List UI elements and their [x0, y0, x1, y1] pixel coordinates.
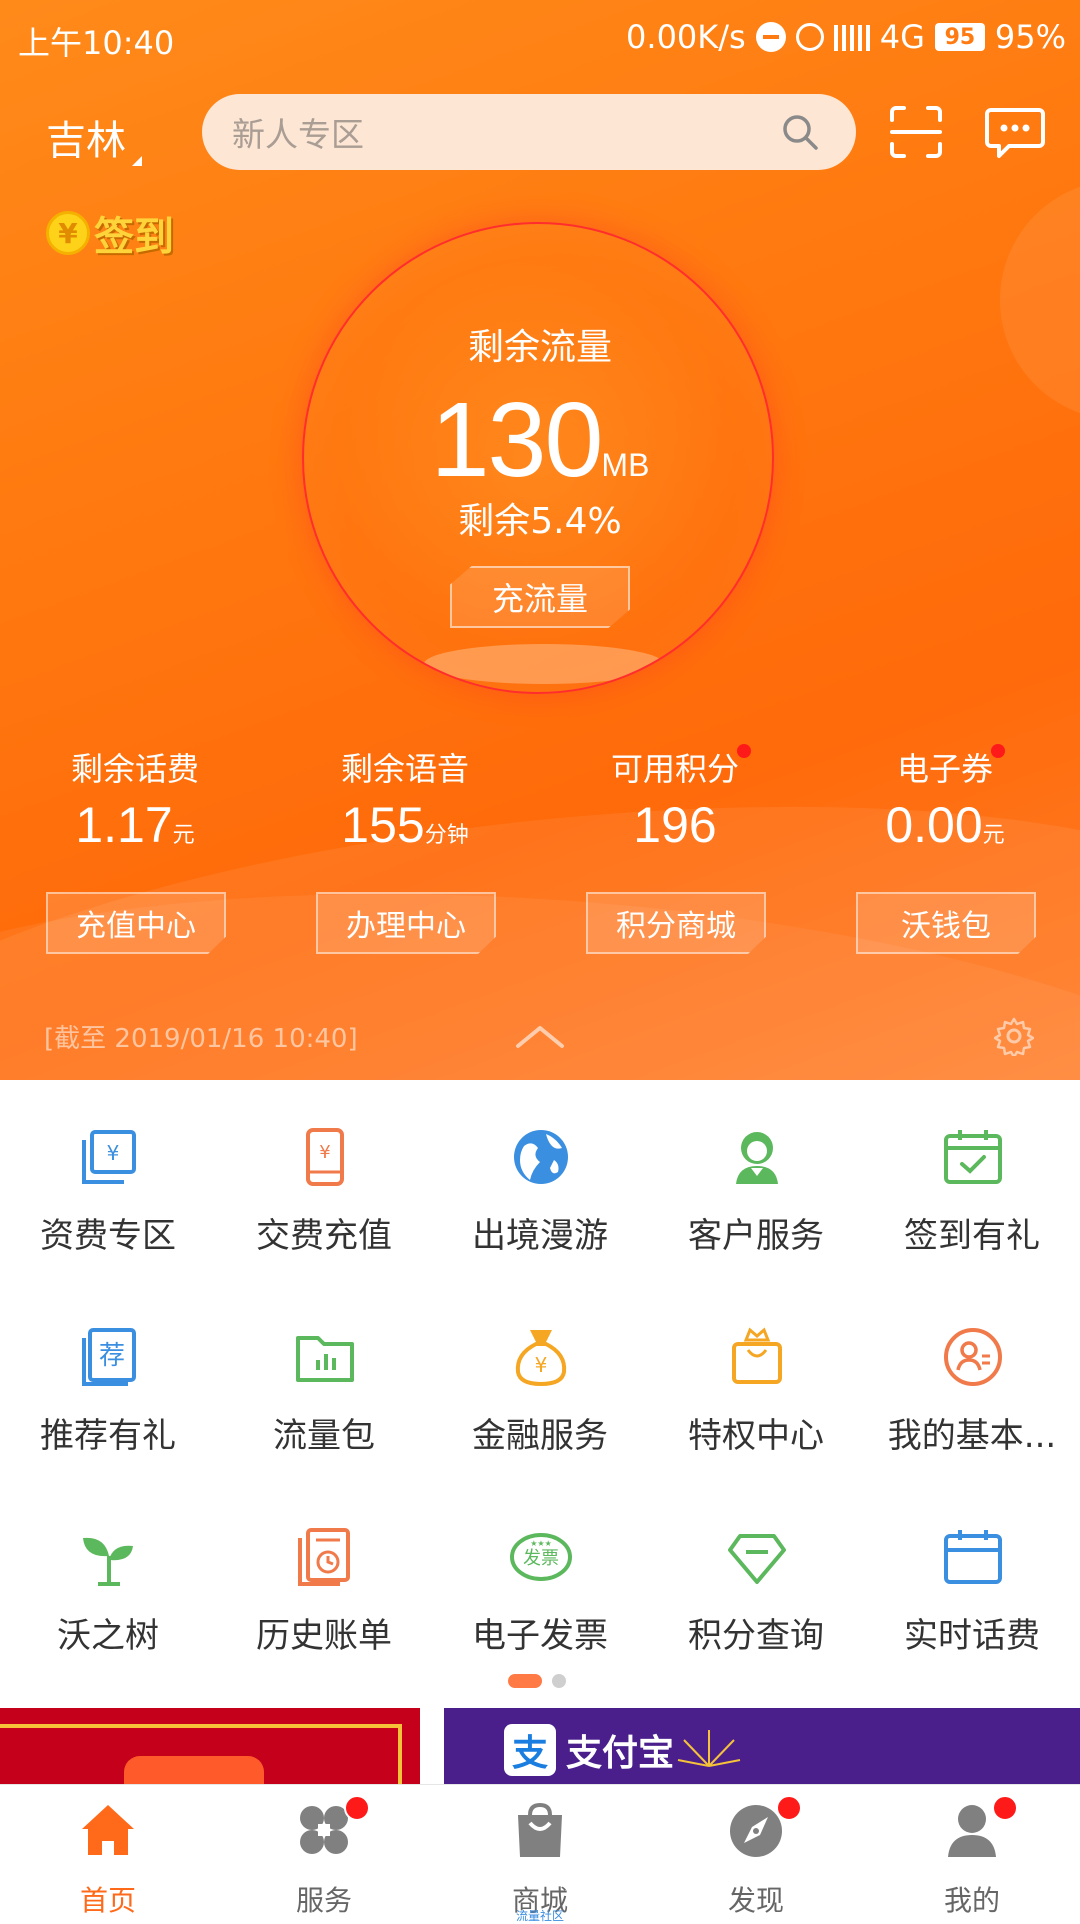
remaining-data-value: 130MB	[430, 381, 650, 499]
service-item[interactable]: 沃之树	[0, 1480, 216, 1680]
shopping-bag-icon	[518, 1802, 562, 1857]
user-info-icon	[944, 1328, 1002, 1386]
customer-service-icon	[736, 1132, 778, 1184]
alarm-icon	[795, 23, 824, 51]
service-item[interactable]: 客户服务	[648, 1080, 864, 1280]
globe-icon	[514, 1130, 568, 1184]
account-stats: 剩余话费 1.17元 剩余语音 155分钟 可用积分 196 电子券 0.00元	[0, 744, 1080, 854]
wallet-button[interactable]: 沃钱包	[856, 892, 1036, 954]
recommend-icon: 荐	[82, 1328, 136, 1386]
remaining-data-percent: 剩余5.4%	[458, 501, 622, 542]
checkin-button[interactable]: ¥ 签到	[46, 204, 174, 262]
battery-percent: 95%	[994, 18, 1066, 56]
service-item[interactable]: 荐 推荐有礼	[0, 1280, 216, 1480]
signal-icon	[833, 23, 870, 51]
service-item[interactable]: 流量包	[216, 1280, 432, 1480]
coin-icon: ¥	[46, 211, 90, 255]
svg-text:¥: ¥	[107, 1141, 120, 1165]
service-item[interactable]: 历史账单	[216, 1480, 432, 1680]
remaining-data-title: 剩余流量	[467, 327, 612, 368]
service-item[interactable]: 我的基本...	[864, 1280, 1080, 1480]
scan-icon[interactable]	[888, 104, 944, 160]
tab-services[interactable]: 服务	[216, 1785, 432, 1921]
service-item[interactable]: ¥ 金融服务	[432, 1280, 648, 1480]
bill-history-icon	[298, 1528, 350, 1586]
service-item[interactable]: 签到有礼	[864, 1080, 1080, 1280]
service-item[interactable]: 出境漫游	[432, 1080, 648, 1280]
tab-home[interactable]: 首页	[0, 1785, 216, 1921]
page-dot-active	[508, 1674, 542, 1688]
svg-text:★★★: ★★★	[530, 1539, 552, 1548]
diamond-icon	[728, 1534, 786, 1584]
invoice-icon: 发票 ★★★	[510, 1533, 572, 1581]
battery-icon: 95	[934, 23, 985, 51]
alipay-logo: 支 支付宝	[504, 1724, 674, 1776]
city-name: 吉林	[46, 118, 126, 164]
tab-discover[interactable]: 发现	[648, 1785, 864, 1921]
page-dot	[552, 1674, 566, 1688]
crown-bag-icon	[732, 1327, 782, 1384]
tab-profile[interactable]: 我的	[864, 1785, 1080, 1921]
buy-data-button[interactable]: 充流量	[450, 566, 630, 628]
search-icon[interactable]	[780, 112, 820, 152]
svg-text:¥: ¥	[535, 1353, 548, 1377]
service-center-button[interactable]: 办理中心	[316, 892, 496, 954]
status-time: 上午10:40	[18, 24, 175, 62]
quick-actions: 充值中心 办理中心 积分商城 沃钱包	[0, 892, 1080, 954]
network-type: 4G	[879, 18, 925, 56]
service-item[interactable]: 特权中心	[648, 1280, 864, 1480]
money-bag-icon: ¥	[515, 1330, 567, 1387]
update-timestamp: [截至 2019/01/16 10:40]	[44, 1024, 358, 1054]
notification-dot	[344, 1795, 370, 1821]
search-bar[interactable]: 新人专区	[202, 94, 856, 170]
recharge-center-button[interactable]: 充值中心	[46, 892, 226, 954]
svg-text:¥: ¥	[319, 1142, 330, 1163]
settings-icon[interactable]	[994, 1016, 1034, 1056]
stat-voice[interactable]: 剩余语音 155分钟	[270, 744, 540, 854]
firework-icon	[677, 1730, 741, 1767]
collapse-chevron-icon[interactable]	[514, 1022, 566, 1050]
points-mall-button[interactable]: 积分商城	[586, 892, 766, 954]
message-icon[interactable]	[985, 104, 1045, 160]
phone-pay-icon: ¥	[306, 1128, 344, 1186]
do-not-disturb-icon	[755, 22, 786, 52]
promo-banner-left[interactable]	[0, 1708, 420, 1788]
service-item[interactable]: 积分查询	[648, 1480, 864, 1680]
notification-dot	[992, 1795, 1018, 1821]
sprout-icon	[83, 1537, 133, 1586]
tab-mall[interactable]: 商城 流量社区	[432, 1785, 648, 1923]
notification-dot	[737, 744, 751, 758]
stat-balance[interactable]: 剩余话费 1.17元	[0, 744, 270, 854]
calendar-icon	[944, 1530, 1002, 1584]
status-bar: 上午10:40 0.00K/s 4G 95 95%	[0, 0, 1080, 76]
calendar-check-icon	[944, 1130, 1002, 1184]
stat-points[interactable]: 可用积分 196	[540, 744, 810, 854]
stat-coupons[interactable]: 电子券 0.00元	[810, 744, 1080, 854]
tariff-icon: ¥	[82, 1130, 136, 1184]
search-placeholder: 新人专区	[232, 115, 364, 154]
service-item[interactable]: ¥ 交费充值	[216, 1080, 432, 1280]
service-item[interactable]: 实时话费	[864, 1480, 1080, 1680]
city-selector[interactable]: 吉林	[46, 108, 142, 166]
dropdown-icon	[132, 156, 142, 166]
folder-chart-icon	[296, 1336, 354, 1382]
account-overview-panel: 上午10:40 0.00K/s 4G 95 95% 吉林 新人专区 ¥ 签到 剩…	[0, 0, 1080, 1080]
svg-text:荐: 荐	[99, 1341, 125, 1371]
notification-dot	[776, 1795, 802, 1821]
checkin-label: 签到	[94, 214, 174, 260]
service-item[interactable]: ¥ 资费专区	[0, 1080, 216, 1280]
home-icon	[82, 1805, 134, 1855]
svg-text:发票: 发票	[523, 1548, 559, 1569]
bottom-tab-bar: 首页 服务 商城 流量社区 发现 我的	[0, 1784, 1080, 1923]
service-item[interactable]: 发票 ★★★ 电子发票	[432, 1480, 648, 1680]
net-speed: 0.00K/s	[626, 18, 746, 56]
notification-dot	[991, 744, 1005, 758]
promo-banner-alipay[interactable]: 支 支付宝	[444, 1708, 1080, 1788]
page-indicator	[508, 1674, 566, 1688]
